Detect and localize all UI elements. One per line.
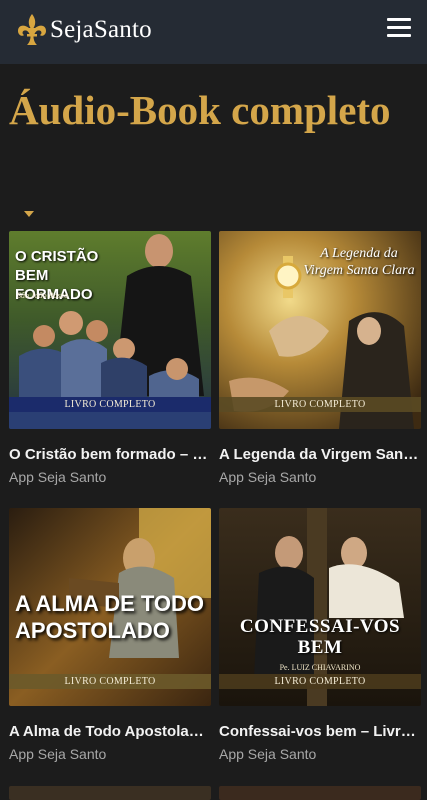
menu-icon-line xyxy=(387,34,411,37)
menu-button[interactable] xyxy=(387,18,411,38)
cover-band-label: LIVRO COMPLETO xyxy=(274,399,366,410)
cover-band-label: LIVRO COMPLETO xyxy=(64,676,156,687)
cover-title: CONFESSAI-VOS BEM xyxy=(239,616,401,658)
cover-title: A ALMA DE TODO APOSTOLADO xyxy=(15,591,205,643)
book-cover: O CRISTÃO BEM FORMADO São João Bosco LIV… xyxy=(9,231,211,429)
book-publisher: App Seja Santo xyxy=(9,469,107,485)
caret-down-icon[interactable] xyxy=(24,211,34,217)
menu-icon-line xyxy=(387,26,411,29)
cover-author: São João Bosco xyxy=(17,291,69,300)
book-publisher: App Seja Santo xyxy=(9,746,107,762)
book-card-partial[interactable] xyxy=(219,786,421,800)
book-cover: CONFESSAI-VOS BEM Pe. LUIZ CHIAVARINO LI… xyxy=(219,508,421,706)
book-card-partial[interactable] xyxy=(9,786,211,800)
cover-band-label: LIVRO COMPLETO xyxy=(64,399,156,410)
book-title[interactable]: A Alma de Todo Apostolado – Livro comple… xyxy=(9,723,211,740)
cover-title: A Legenda da Virgem Santa Clara xyxy=(303,246,415,278)
book-publisher: App Seja Santo xyxy=(219,469,317,485)
top-app-bar: SejaSanto xyxy=(0,0,427,64)
page-title: Áudio-Book completo xyxy=(9,87,391,133)
book-cover: A ALMA DE TODO APOSTOLADO LIVRO COMPLETO xyxy=(9,508,211,706)
cover-author: Pe. LUIZ CHIAVARINO xyxy=(279,663,361,672)
fleur-de-lis-icon xyxy=(18,14,46,45)
book-title[interactable]: Confessai-vos bem – Livro completo xyxy=(219,723,421,740)
book-title[interactable]: A Legenda da Virgem Santa Clara – Livro … xyxy=(219,446,421,463)
book-cover: A Legenda da Virgem Santa Clara LIVRO CO… xyxy=(219,231,421,429)
book-title[interactable]: O Cristão bem formado – Livro completo xyxy=(9,446,211,463)
cover-band-label: LIVRO COMPLETO xyxy=(274,676,366,687)
book-publisher: App Seja Santo xyxy=(219,746,317,762)
hamburger-menu-icon xyxy=(387,18,411,21)
brand-logo[interactable]: SejaSanto xyxy=(16,12,152,48)
brand-name: SejaSanto xyxy=(50,16,152,43)
